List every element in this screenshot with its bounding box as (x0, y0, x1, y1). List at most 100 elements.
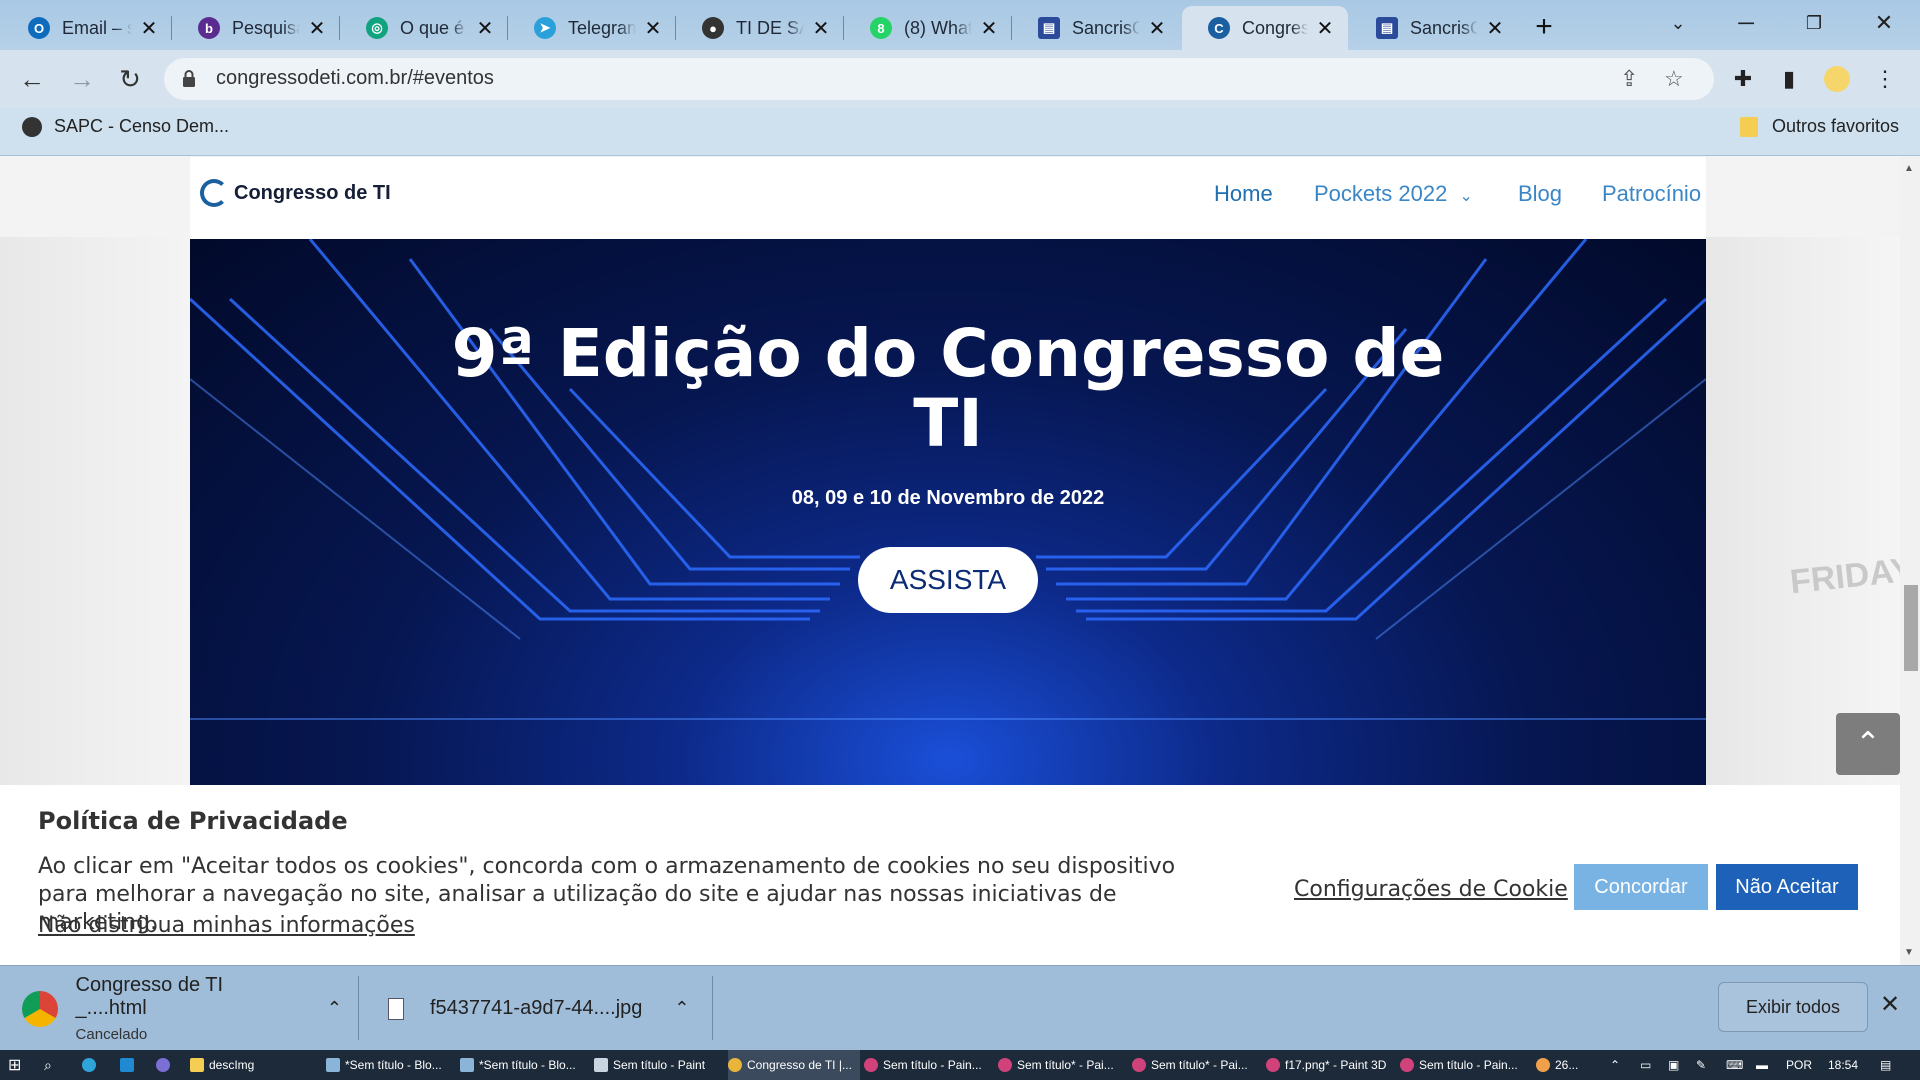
tray-display-icon[interactable]: ▣ (1668, 1050, 1682, 1080)
paint-icon (864, 1058, 878, 1072)
notepad-icon (460, 1058, 474, 1072)
nav-patrocinio[interactable]: Patrocínio (1602, 181, 1701, 207)
bookmark-star-icon[interactable]: ☆ (1664, 66, 1684, 92)
taskbar-item-active[interactable]: Congresso de TI |... (728, 1050, 860, 1080)
hero-banner: 9ª Edição do Congresso de TI 08, 09 e 10… (190, 239, 1706, 787)
scrollbar-thumb[interactable] (1904, 585, 1918, 671)
assista-button[interactable]: ASSISTA (858, 547, 1038, 613)
minimize-button[interactable]: ─ (1712, 0, 1780, 50)
outlook-icon: O (28, 17, 50, 39)
windows-start-icon[interactable]: ⊞ (8, 1050, 32, 1080)
tab-o-que-e[interactable]: ◎ O que é ✕ (340, 6, 508, 50)
globe-icon (22, 116, 42, 137)
hero-title-line-2: TI (913, 385, 983, 462)
close-icon[interactable]: ✕ (978, 16, 1000, 41)
taskbar-item[interactable]: Sem título - Pain... (864, 1050, 994, 1080)
forward-button[interactable]: → (64, 62, 100, 98)
nav-home[interactable]: Home (1214, 181, 1273, 207)
taskbar-label: f17.png* - Paint 3D (1285, 1058, 1387, 1072)
share-icon[interactable]: ⇪ (1620, 66, 1638, 92)
back-button[interactable]: ← (14, 62, 50, 98)
taskbar-item[interactable]: *Sem título - Blo... (460, 1050, 590, 1080)
tab-whatsapp[interactable]: 8 (8) What ✕ (844, 6, 1012, 50)
vscode-icon[interactable] (120, 1050, 140, 1080)
tray-battery-icon[interactable]: ▬ (1756, 1050, 1772, 1080)
taskbar-item[interactable]: Sem título* - Pai... (1132, 1050, 1262, 1080)
taskbar-label: Sem título* - Pai... (1151, 1058, 1248, 1072)
close-shelf-icon[interactable]: ✕ (1880, 990, 1900, 1019)
nav-blog[interactable]: Blog (1518, 181, 1562, 207)
site-logo[interactable]: Congresso de TI (200, 179, 391, 207)
hero-title-line-1: 9ª Edição do Congresso de (451, 315, 1445, 392)
download-filename: Congresso de TI _....html (75, 974, 224, 1019)
scroll-to-top-button[interactable]: ⌃ (1836, 713, 1900, 775)
tab-telegram[interactable]: ➤ Telegram ✕ (508, 6, 676, 50)
download-item-html[interactable]: Congresso de TI _....html Cancelado ⌃ (22, 966, 342, 1051)
paint-icon (1132, 1058, 1146, 1072)
profile-avatar[interactable] (1820, 62, 1854, 96)
tray-chevron-up-icon[interactable]: ⌃ (1610, 1050, 1624, 1080)
tab-label: Telegram (568, 17, 636, 38)
address-bar[interactable]: congressodeti.com.br/#eventos ⇪ ☆ (164, 58, 1714, 100)
close-icon[interactable]: ✕ (474, 16, 496, 41)
tray-language[interactable]: POR (1786, 1050, 1816, 1080)
paint-icon (998, 1058, 1012, 1072)
search-icon[interactable]: ⌕ (44, 1050, 64, 1080)
scroll-up-arrow-icon[interactable]: ▲ (1904, 163, 1914, 174)
taskbar-item[interactable]: descImg (190, 1050, 320, 1080)
reject-cookies-button[interactable]: Não Aceitar (1716, 864, 1858, 910)
accept-cookies-button[interactable]: Concordar (1574, 864, 1708, 910)
close-icon[interactable]: ✕ (642, 16, 664, 41)
window-close-button[interactable]: ✕ (1850, 0, 1918, 50)
taskbar-item[interactable]: Sem título - Paint (594, 1050, 724, 1080)
site-header: Congresso de TI Home Pockets 2022 ⌄ Blog… (190, 157, 1706, 239)
close-icon[interactable]: ✕ (810, 16, 832, 41)
chevron-up-icon[interactable]: ⌃ (674, 998, 689, 1019)
do-not-share-link[interactable]: Não distribua minhas informações (38, 913, 415, 938)
tab-search-chevron-icon[interactable]: ⌄ (1644, 0, 1712, 50)
new-tab-button[interactable]: + (1526, 10, 1562, 46)
menu-kebab-icon[interactable]: ⋮ (1868, 62, 1902, 96)
download-item-jpg[interactable]: f5437741-a9d7-44....jpg ⌃ (388, 966, 698, 1051)
tab-sancris-2[interactable]: ▤ SancrisC ✕ (1350, 6, 1518, 50)
page-scrollbar[interactable]: ▲ ▼ (1900, 157, 1920, 965)
close-icon[interactable]: ✕ (138, 16, 160, 41)
notifications-icon[interactable]: ▤ (1880, 1050, 1896, 1080)
bookmarks-bar: SAPC - Censo Dem... Outros favoritos (0, 108, 1920, 156)
close-icon[interactable]: ✕ (1146, 16, 1168, 41)
taskbar-item[interactable]: f17.png* - Paint 3D (1266, 1050, 1396, 1080)
tray-keyboard-icon[interactable]: ⌨ (1726, 1050, 1744, 1080)
close-icon[interactable]: ✕ (1484, 16, 1506, 41)
taskbar-item[interactable]: Sem título* - Pai... (998, 1050, 1128, 1080)
tab-sancris-1[interactable]: ▤ SancrisC ✕ (1012, 6, 1180, 50)
weather-widget[interactable]: 26... (1536, 1050, 1602, 1080)
edge-icon[interactable] (82, 1050, 102, 1080)
side-panel-icon[interactable]: ▮ (1772, 62, 1806, 96)
taskbar-item[interactable]: Sem título - Pain... (1400, 1050, 1530, 1080)
telegram-icon: ➤ (534, 17, 556, 39)
taskbar-label: Congresso de TI |... (747, 1058, 852, 1072)
bookmark-other-favorites[interactable]: Outros favoritos (1740, 116, 1899, 137)
scroll-down-arrow-icon[interactable]: ▼ (1904, 947, 1914, 958)
close-icon[interactable]: ✕ (306, 16, 328, 41)
restore-button[interactable]: ❐ (1780, 0, 1848, 50)
tab-pesquisa[interactable]: b Pesquisa ✕ (172, 6, 340, 50)
tray-clock[interactable]: 18:54 (1828, 1050, 1864, 1080)
tray-pen-icon[interactable]: ✎ (1696, 1050, 1710, 1080)
close-icon[interactable]: ✕ (1314, 16, 1336, 41)
globe-icon: ● (702, 17, 724, 39)
tab-email[interactable]: O Email – s ✕ (2, 6, 172, 50)
cookie-settings-link[interactable]: Configurações de Cookie (1294, 877, 1568, 902)
extensions-puzzle-icon[interactable]: ✚ (1726, 62, 1760, 96)
bookmark-sapc[interactable]: SAPC - Censo Dem... (22, 116, 229, 137)
tray-network-icon[interactable]: ▭ (1640, 1050, 1654, 1080)
tab-ti-de-sa[interactable]: ● TI DE SA ✕ (676, 6, 844, 50)
taskbar-item[interactable]: *Sem título - Blo... (326, 1050, 456, 1080)
app-icon[interactable] (156, 1050, 176, 1080)
chevron-up-icon[interactable]: ⌃ (327, 998, 342, 1019)
tab-congresso-active[interactable]: C Congres ✕ (1182, 6, 1348, 50)
windows-taskbar: ⊞ ⌕ descImg *Sem título - Blo... *Sem tí… (0, 1050, 1920, 1080)
nav-pockets-2022[interactable]: Pockets 2022 ⌄ (1314, 181, 1473, 207)
show-all-downloads-button[interactable]: Exibir todos (1718, 982, 1868, 1032)
reload-button[interactable]: ↻ (112, 62, 148, 98)
